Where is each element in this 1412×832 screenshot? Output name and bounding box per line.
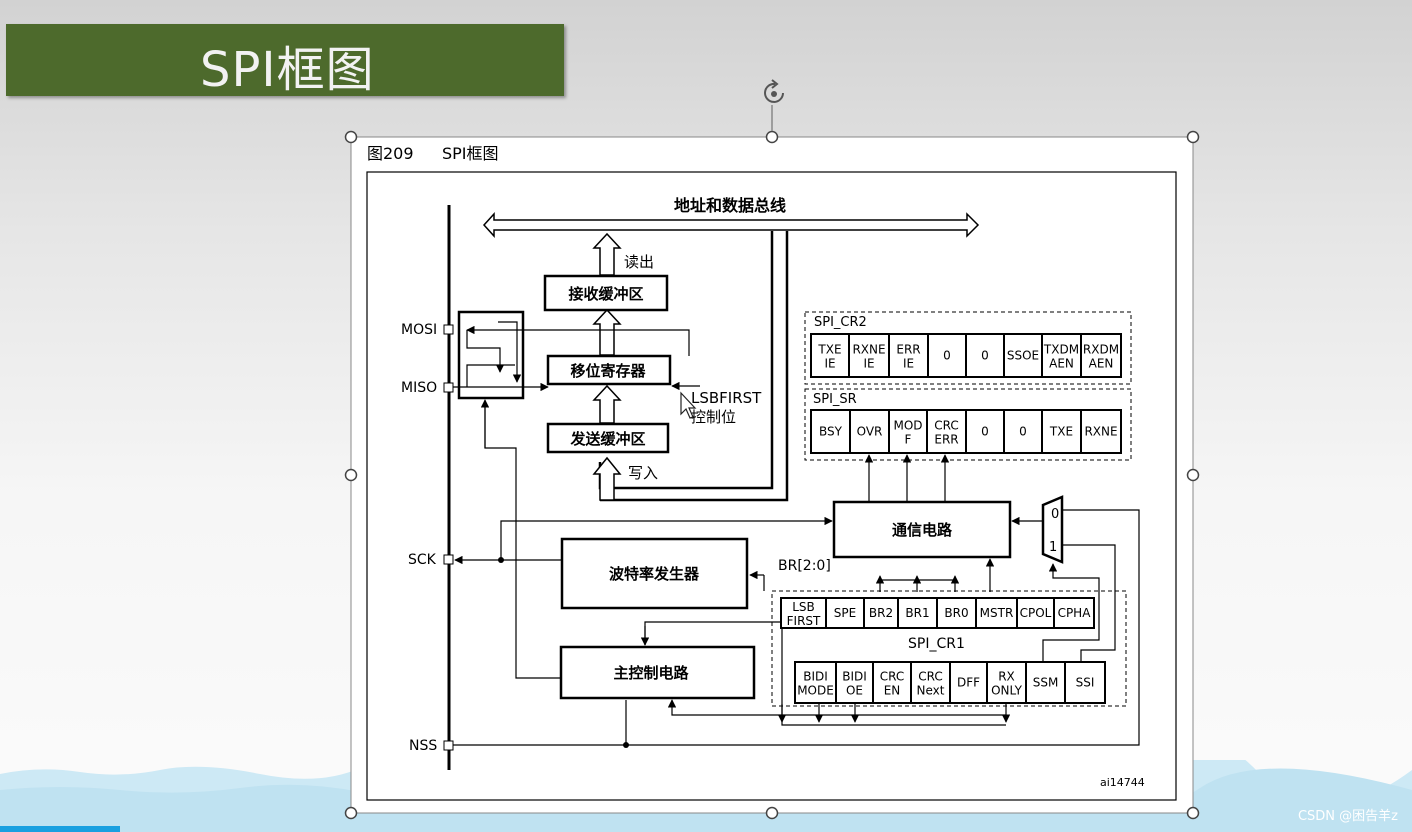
spi-block-diagram[interactable]: 图209 SPI框图 ai14744 地址和数据总线 读出 写入 接收缓冲区 移… xyxy=(0,0,1412,832)
register-bit-label: ERR xyxy=(896,343,920,357)
sr-name: SPI_SR xyxy=(813,392,857,407)
miso-pin xyxy=(443,382,454,393)
nss-label: NSS xyxy=(409,738,437,754)
register-bit-label: 0 xyxy=(981,425,989,439)
register-bit-label: SPE xyxy=(834,606,856,620)
register-bit-label: RXNE xyxy=(852,343,885,357)
register-bit-label: BR1 xyxy=(905,606,929,620)
register-bit-label: TXE xyxy=(817,343,841,357)
rotate-icon[interactable] xyxy=(764,79,784,103)
control-bit-label: 控制位 xyxy=(691,408,736,426)
register-bit-label: AEN xyxy=(1049,357,1074,371)
register-bit-label: ERR xyxy=(934,433,958,447)
register-bit-label: BR0 xyxy=(944,606,968,620)
register-bit-label: MOD xyxy=(893,419,922,433)
mux-input-0: 0 xyxy=(1051,507,1059,522)
register-bit-label: BSY xyxy=(819,425,843,439)
register-bit-label: TXDM xyxy=(1043,343,1079,357)
sck-pin xyxy=(443,554,454,565)
register-bit-label: LSB xyxy=(792,600,815,614)
resize-handle-br[interactable] xyxy=(1186,806,1200,820)
register-bit-label: CRC xyxy=(934,419,959,433)
register-bit-label: FIRST xyxy=(787,614,821,628)
br-label: BR[2:0] xyxy=(778,558,831,574)
register-bit-label: F xyxy=(905,433,912,447)
figure-number: 图209 xyxy=(367,144,414,163)
cr2-name: SPI_CR2 xyxy=(814,315,867,330)
register-bit-label: TXE xyxy=(1049,425,1073,439)
register-bit-label: RX xyxy=(998,670,1015,684)
register-bit-label: 0 xyxy=(1019,425,1027,439)
resize-handle-l[interactable] xyxy=(344,468,358,482)
cr2-register: TXEIERXNEIEERRIE0 0 SSOE TXDMAENRXDMAEN xyxy=(810,333,1122,378)
miso-label: MISO xyxy=(401,380,437,396)
register-bit-label: CRC xyxy=(918,670,943,684)
register-bit-label: EN xyxy=(884,684,901,698)
resize-handle-tl[interactable] xyxy=(344,130,358,144)
mosi-pin xyxy=(443,324,454,335)
shift-register-label: 移位寄存器 xyxy=(570,362,646,380)
register-bit-label: SSOE xyxy=(1007,349,1039,363)
nss-junction xyxy=(623,742,629,748)
register-bit-label: BIDI xyxy=(803,670,828,684)
register-bit-label: IE xyxy=(903,357,914,371)
cr1-register-top: LSBFIRST SPE BR2 BR1 BR0 MSTR CPOL CPHA xyxy=(780,597,1095,629)
register-bit-label: BR2 xyxy=(869,606,893,620)
register-bit-label: BIDI xyxy=(842,670,867,684)
register-bit-label: CRC xyxy=(880,670,905,684)
register-bit-label: OVR xyxy=(857,425,883,439)
mux-input-1: 1 xyxy=(1049,540,1057,555)
register-bit-label: SSI xyxy=(1076,676,1095,690)
register-bit-label: MODE xyxy=(797,684,834,698)
sr-register: BSY OVR MODF CRCERR 0 0 TXE RXNE xyxy=(810,409,1122,454)
register-bit-label: 0 xyxy=(981,349,989,363)
register-bit-label: AEN xyxy=(1089,357,1114,371)
bus-label: 地址和数据总线 xyxy=(674,196,786,215)
register-bit-label: RXDM xyxy=(1083,343,1119,357)
sck-junction xyxy=(498,557,504,563)
comm-circuit-label: 通信电路 xyxy=(892,521,953,539)
resize-handle-b[interactable] xyxy=(765,806,779,820)
register-bit-label: CPHA xyxy=(1058,606,1092,620)
register-bit-label: OE xyxy=(846,684,863,698)
nss-pin xyxy=(443,740,454,751)
register-bit-label: RXNE xyxy=(1084,425,1117,439)
register-bit-label: SSM xyxy=(1033,676,1059,690)
figure-title: SPI框图 xyxy=(442,144,499,163)
resize-handle-t[interactable] xyxy=(765,130,779,144)
mosi-label: MOSI xyxy=(401,322,437,338)
cr1-register-bottom: BIDIMODEBIDIOECRCENCRCNextDFF RXONLYSSM SS… xyxy=(794,661,1106,704)
rx-buffer-label: 接收缓冲区 xyxy=(568,285,643,303)
baud-generator-label: 波特率发生器 xyxy=(609,565,700,583)
write-label: 写入 xyxy=(628,464,658,482)
register-bit-label: ONLY xyxy=(991,684,1023,698)
register-bit-label: Next xyxy=(917,684,945,698)
register-bit-label: MSTR xyxy=(980,606,1014,620)
tx-buffer-label: 发送缓冲区 xyxy=(569,430,645,448)
register-bit-label: IE xyxy=(824,357,835,371)
register-bit-label: DFF xyxy=(957,676,980,690)
register-bit-label: IE xyxy=(863,357,874,371)
master-control-label: 主控制电路 xyxy=(613,664,689,682)
register-bit-label: CPOL xyxy=(1020,606,1052,620)
register-bit-label: 0 xyxy=(943,349,951,363)
cr1-name: SPI_CR1 xyxy=(908,636,965,652)
resize-handle-bl[interactable] xyxy=(344,806,358,820)
figure-ref-id: ai14744 xyxy=(1100,776,1145,789)
resize-handle-r[interactable] xyxy=(1186,468,1200,482)
resize-handle-tr[interactable] xyxy=(1186,130,1200,144)
read-label: 读出 xyxy=(624,253,654,271)
lsbfirst-label: LSBFIRST xyxy=(691,389,762,407)
pin-switch-block xyxy=(457,310,525,400)
sck-label: SCK xyxy=(408,552,437,568)
